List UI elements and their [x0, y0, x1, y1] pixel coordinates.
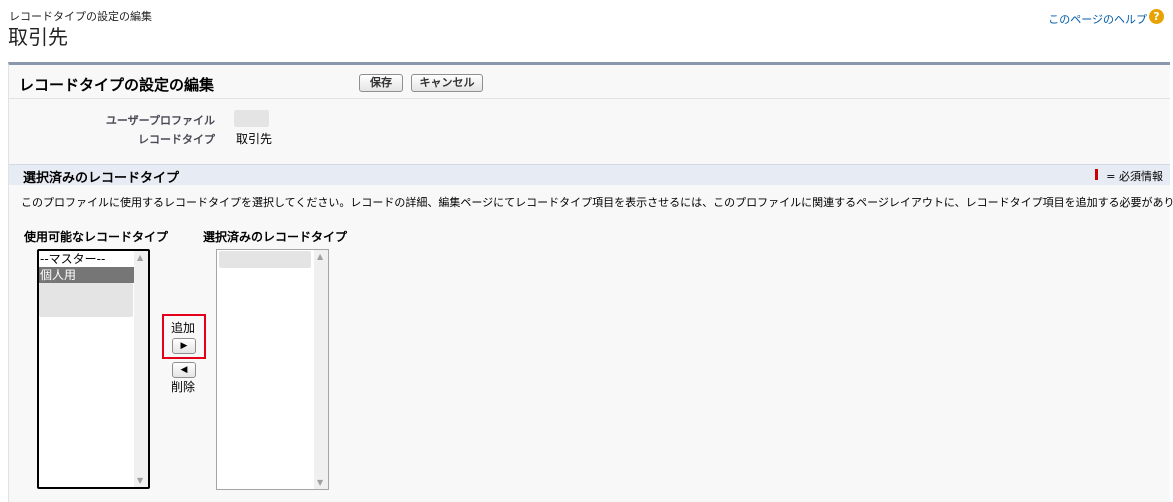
help-icon[interactable]: ?: [1149, 9, 1164, 24]
scrollbar[interactable]: ▲ ▼: [134, 251, 148, 487]
list-item-redacted[interactable]: [39, 283, 133, 317]
scrollbar[interactable]: ▲ ▼: [314, 250, 328, 489]
profile-label: ユーザープロファイル: [105, 114, 215, 127]
list-item[interactable]: --マスター--: [39, 251, 136, 267]
add-button[interactable]: ▶: [172, 338, 196, 354]
remove-label: 削除: [171, 380, 196, 394]
available-record-types-list[interactable]: --マスター-- 個人用 ▲ ▼: [37, 249, 150, 489]
save-button[interactable]: 保存: [359, 74, 403, 92]
arrow-right-icon: ▶: [180, 341, 188, 351]
panel-header: レコードタイプの設定の編集 保存 キャンセル: [9, 65, 1170, 99]
section-title: 選択済みのレコードタイプ: [23, 171, 180, 186]
profile-value-redacted: [234, 110, 269, 127]
help-link[interactable]: このページのヘルプ: [1048, 11, 1147, 27]
record-type-label: レコードタイプ: [138, 133, 215, 146]
list-item[interactable]: 個人用: [39, 267, 136, 283]
required-marker-icon: [1095, 169, 1098, 180]
selected-record-types-list[interactable]: ▲ ▼: [216, 249, 329, 490]
record-type-value: 取引先: [236, 132, 273, 146]
list-item-redacted[interactable]: [219, 251, 311, 268]
edit-panel: レコードタイプの設定の編集 保存 キャンセル ユーザープロファイル レコードタイ…: [8, 62, 1173, 502]
arrow-left-icon: ◀: [180, 365, 188, 375]
scroll-down-icon[interactable]: ▼: [317, 478, 323, 487]
section-header: 選択済みのレコードタイプ = 必須情報: [9, 164, 1170, 186]
available-list-label: 使用可能なレコードタイプ: [24, 230, 169, 244]
scroll-up-icon[interactable]: ▲: [317, 252, 323, 261]
section-description: このプロファイルに使用するレコードタイプを選択してください。レコードの詳細、編集…: [21, 196, 1173, 209]
remove-button[interactable]: ◀: [172, 362, 196, 378]
required-legend: = 必須情報: [1106, 170, 1163, 183]
selected-list-label: 選択済みのレコードタイプ: [203, 230, 348, 244]
cancel-button[interactable]: キャンセル: [411, 74, 483, 92]
scroll-down-icon[interactable]: ▼: [137, 476, 143, 485]
panel-title: レコードタイプの設定の編集: [19, 76, 215, 94]
scroll-up-icon[interactable]: ▲: [137, 253, 143, 262]
page-title: 取引先: [8, 25, 68, 49]
